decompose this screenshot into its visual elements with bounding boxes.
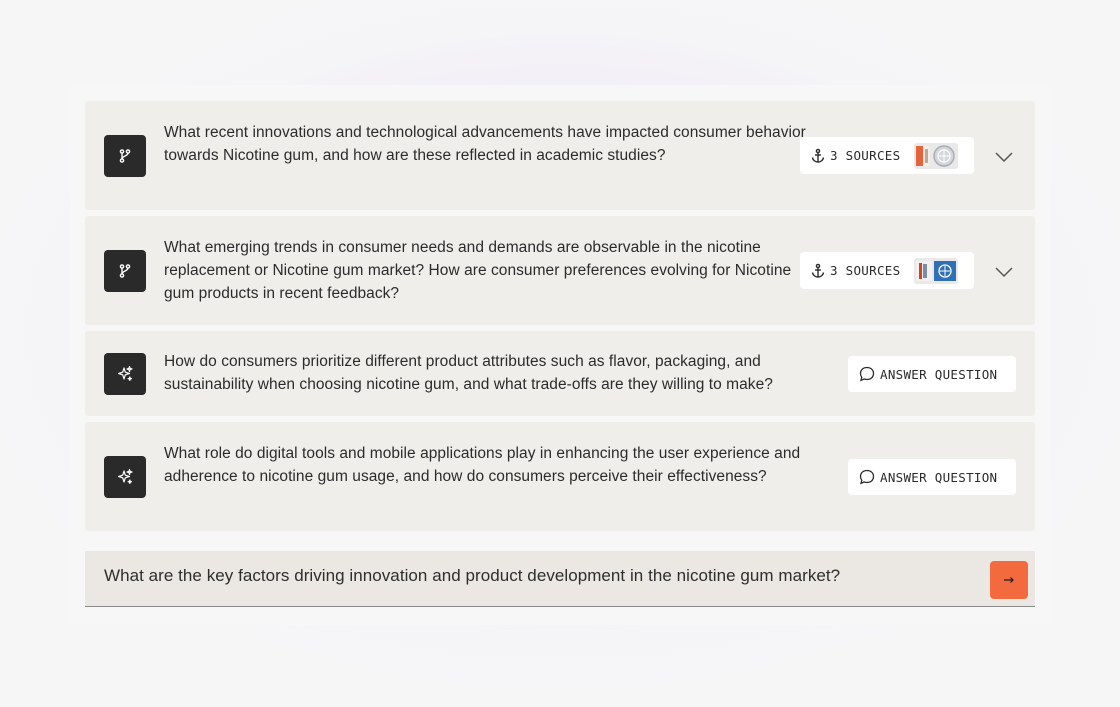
branch-icon bbox=[104, 250, 146, 292]
chevron-down-icon[interactable] bbox=[993, 261, 1015, 283]
sources-label: 3 SOURCES bbox=[830, 148, 901, 163]
answer-question-button[interactable]: ANSWER QUESTION bbox=[848, 459, 1016, 495]
question-text: What emerging trends in consumer needs a… bbox=[164, 239, 792, 302]
answer-question-label: ANSWER QUESTION bbox=[880, 469, 998, 485]
anchor-icon bbox=[811, 263, 825, 278]
branch-icon bbox=[104, 135, 146, 177]
question-text: What recent innovations and technologica… bbox=[164, 124, 806, 164]
question-card: What role do digital tools and mobile ap… bbox=[85, 422, 1035, 531]
sparkle-icon bbox=[104, 456, 146, 498]
chat-bubble-icon bbox=[859, 469, 875, 485]
question-card: What recent innovations and technologica… bbox=[85, 101, 1035, 210]
sources-label: 3 SOURCES bbox=[830, 263, 901, 278]
question-text: How do consumers prioritize different pr… bbox=[164, 353, 773, 393]
question-input-text[interactable]: What are the key factors driving innovat… bbox=[104, 566, 840, 586]
source-thumbnails bbox=[914, 257, 959, 284]
sparkle-icon bbox=[104, 353, 146, 395]
answer-question-label: ANSWER QUESTION bbox=[880, 366, 998, 382]
chevron-down-icon[interactable] bbox=[993, 146, 1015, 168]
sources-button[interactable]: 3 SOURCES bbox=[800, 252, 974, 289]
question-text: What role do digital tools and mobile ap… bbox=[164, 445, 801, 485]
question-card: How do consumers prioritize different pr… bbox=[85, 331, 1035, 416]
sources-button[interactable]: 3 SOURCES bbox=[800, 137, 974, 174]
anchor-icon bbox=[811, 148, 825, 163]
send-button[interactable] bbox=[990, 561, 1028, 599]
questions-panel: What recent innovations and technologica… bbox=[70, 85, 1050, 625]
arrow-right-icon bbox=[1004, 577, 1014, 583]
source-thumbnails bbox=[914, 142, 959, 169]
answer-question-button[interactable]: ANSWER QUESTION bbox=[848, 356, 1016, 392]
question-card: What emerging trends in consumer needs a… bbox=[85, 216, 1035, 325]
chat-bubble-icon bbox=[859, 366, 875, 382]
question-input[interactable]: What are the key factors driving innovat… bbox=[85, 551, 1035, 607]
